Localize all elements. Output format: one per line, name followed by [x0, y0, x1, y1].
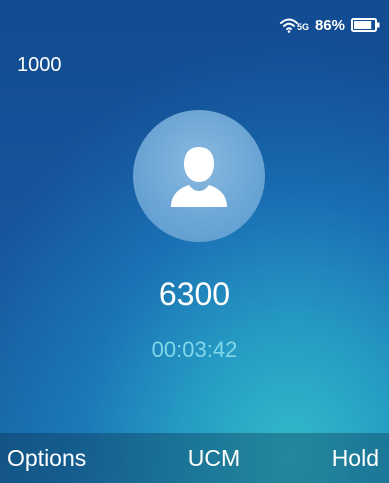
contact-avatar	[133, 110, 265, 242]
options-softkey[interactable]: Options	[7, 445, 86, 472]
battery-icon	[351, 18, 381, 32]
person-icon	[171, 147, 227, 207]
callee-number: 6300	[158, 276, 231, 312]
account-number: 1000	[17, 54, 62, 76]
hold-softkey[interactable]: Hold	[332, 445, 379, 472]
battery-fill	[354, 21, 372, 29]
softkey-bar: Options UCM Hold	[0, 433, 389, 483]
call-duration: 00:03:42	[151, 337, 238, 362]
network-label: 5G	[296, 22, 309, 32]
wifi-icon: 5G	[279, 17, 309, 33]
battery-percent: 86%	[314, 16, 345, 34]
status-bar: 5G 86%	[279, 14, 381, 36]
call-screen: 5G 86% 1000 6300 00:03:42 Options UCM Ho…	[0, 0, 389, 483]
ucm-softkey[interactable]: UCM	[188, 445, 240, 472]
